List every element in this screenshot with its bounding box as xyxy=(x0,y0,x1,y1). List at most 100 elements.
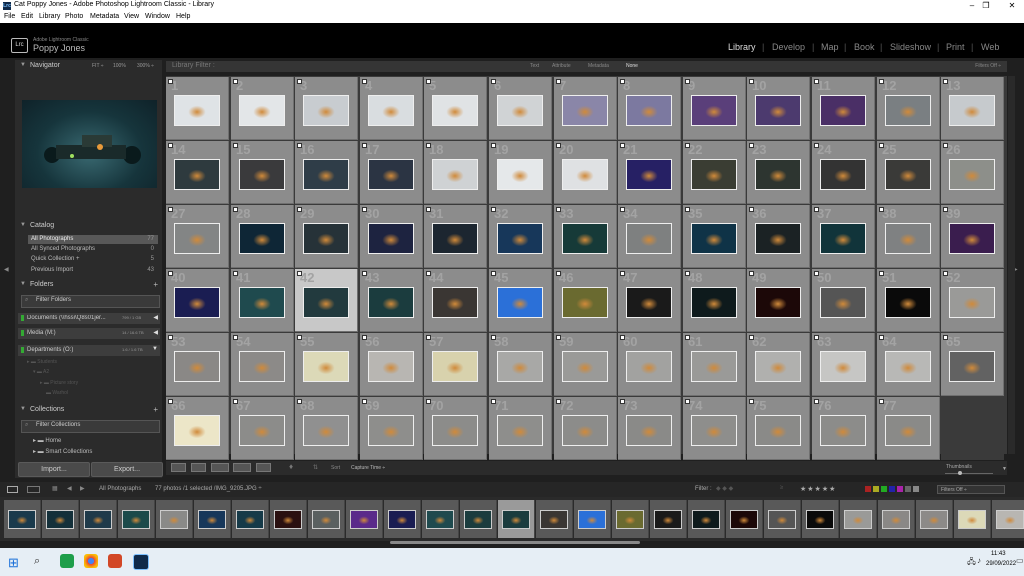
rating-compare-icon[interactable]: ≥ xyxy=(780,485,783,491)
flag-icon[interactable] xyxy=(685,271,690,276)
color-label-other[interactable] xyxy=(913,486,919,492)
flag-icon[interactable] xyxy=(426,271,431,276)
grid-cell[interactable]: 14 xyxy=(166,141,229,204)
grid-cell[interactable]: 17 xyxy=(360,141,423,204)
flag-icon[interactable] xyxy=(879,143,884,148)
flag-icon[interactable] xyxy=(168,335,173,340)
flag-icon[interactable] xyxy=(814,271,819,276)
grid-cell[interactable]: 68 xyxy=(295,397,358,460)
filmstrip-source[interactable]: All Photographs xyxy=(99,486,141,492)
grid-cell[interactable]: 30 xyxy=(360,205,423,268)
grid-cell[interactable]: 46 xyxy=(554,269,617,332)
add-collection-icon[interactable]: + xyxy=(153,405,158,414)
photo-thumbnail[interactable] xyxy=(239,287,285,318)
grid-cell[interactable]: 1 xyxy=(166,77,229,140)
photo-thumbnail[interactable] xyxy=(820,159,866,190)
flag-icon[interactable] xyxy=(814,399,819,404)
photo-thumbnail[interactable] xyxy=(174,287,220,318)
color-label-red[interactable] xyxy=(865,486,871,492)
rating-filter-stars-icon[interactable]: ★★★★★ xyxy=(800,485,836,493)
grid-cell[interactable]: 34 xyxy=(618,205,681,268)
filmstrip-thumbnail[interactable] xyxy=(540,510,568,529)
grid-view-icon[interactable] xyxy=(171,463,186,472)
flag-icon[interactable] xyxy=(943,271,948,276)
sort-direction-icon[interactable]: ⇅ xyxy=(313,464,318,471)
photo-thumbnail[interactable] xyxy=(626,223,672,254)
grid-cell[interactable]: 2 xyxy=(231,77,294,140)
grid-cell[interactable]: 32 xyxy=(489,205,552,268)
menu-edit[interactable]: Edit xyxy=(21,13,33,20)
photo-thumbnail[interactable] xyxy=(497,223,543,254)
flag-icon[interactable] xyxy=(491,207,496,212)
grid-cell[interactable]: 31 xyxy=(424,205,487,268)
filmstrip-thumbnail[interactable] xyxy=(616,510,644,529)
photo-thumbnail[interactable] xyxy=(755,159,801,190)
filmstrip-thumbnail[interactable] xyxy=(578,510,606,529)
filmstrip-thumbnail[interactable] xyxy=(388,510,416,529)
photo-thumbnail[interactable] xyxy=(368,95,414,126)
photo-thumbnail[interactable] xyxy=(239,159,285,190)
module-book[interactable]: Book xyxy=(854,42,875,52)
volume-media[interactable]: Media (M:) 14 / 16.6 TB ◀ xyxy=(18,328,160,339)
folder-tree-item[interactable]: ▸ ▬ Picture story xyxy=(40,380,78,386)
photo-thumbnail[interactable] xyxy=(755,95,801,126)
grid-cell[interactable]: 9 xyxy=(683,77,746,140)
grid-cell[interactable]: 28 xyxy=(231,205,294,268)
add-folder-icon[interactable]: + xyxy=(153,280,158,289)
filmstrip-thumbnail[interactable] xyxy=(768,510,796,529)
flag-icon[interactable] xyxy=(168,79,173,84)
volume-documents[interactable]: Documents (\\hssi\Q8s01jer... 799 / 1 GB… xyxy=(18,313,160,324)
flag-icon[interactable] xyxy=(426,207,431,212)
filmstrip-cell[interactable] xyxy=(726,500,763,538)
filmstrip-filters-dropdown[interactable]: Filters Off ÷ xyxy=(937,485,1005,494)
thumbnail-size-thumb[interactable] xyxy=(958,471,962,475)
flag-icon[interactable] xyxy=(943,143,948,148)
filmstrip-thumbnail[interactable] xyxy=(84,510,112,529)
photo-thumbnail[interactable] xyxy=(303,287,349,318)
photo-thumbnail[interactable] xyxy=(239,223,285,254)
filmstrip-cell[interactable] xyxy=(916,500,953,538)
filmstrip-cell[interactable] xyxy=(878,500,915,538)
photo-thumbnail[interactable] xyxy=(303,351,349,382)
photo-thumbnail[interactable] xyxy=(368,159,414,190)
photo-thumbnail[interactable] xyxy=(691,223,737,254)
grid-cell[interactable]: 8 xyxy=(618,77,681,140)
grid-cell[interactable]: 4 xyxy=(360,77,423,140)
thumbnail-size-slider[interactable] xyxy=(945,473,993,474)
photo-thumbnail[interactable] xyxy=(562,287,608,318)
filmstrip-cell[interactable] xyxy=(232,500,269,538)
grid-cell[interactable]: 63 xyxy=(812,333,875,396)
filmstrip-thumbnail[interactable] xyxy=(8,510,36,529)
filmstrip-cell[interactable] xyxy=(4,500,41,538)
restore-icon[interactable]: ❐ xyxy=(972,0,1000,12)
toolbar-menu-icon[interactable]: ▼ xyxy=(1002,466,1007,472)
flag-icon[interactable] xyxy=(749,207,754,212)
grid-cell[interactable]: 65 xyxy=(941,333,1004,396)
menu-library[interactable]: Library xyxy=(39,13,60,20)
grid-cell[interactable]: 49 xyxy=(747,269,810,332)
filmstrip-summary[interactable]: 77 photos /1 selected /IMG_9205.JPG ÷ xyxy=(155,486,262,492)
filmstrip-thumbnail[interactable] xyxy=(160,510,188,529)
filter-tab-attribute[interactable]: Attribute xyxy=(552,63,571,69)
filmstrip-cell[interactable] xyxy=(612,500,649,538)
flag-icon[interactable] xyxy=(297,207,302,212)
grid-cell[interactable]: 74 xyxy=(683,397,746,460)
grid-cell[interactable]: 64 xyxy=(877,333,940,396)
photo-thumbnail[interactable] xyxy=(303,415,349,446)
photo-thumbnail[interactable] xyxy=(691,287,737,318)
volume-departments[interactable]: Departments (O:) 1.6 / 1.6 TB ▼ xyxy=(18,345,160,356)
photo-thumbnail[interactable] xyxy=(562,415,608,446)
collapse-left-icon[interactable]: ◀ xyxy=(4,266,9,273)
flag-icon[interactable] xyxy=(556,335,561,340)
filmstrip-cell[interactable] xyxy=(802,500,839,538)
grid-cell[interactable]: 7 xyxy=(554,77,617,140)
flag-icon[interactable] xyxy=(685,143,690,148)
photo-thumbnail[interactable] xyxy=(626,351,672,382)
flag-icon[interactable] xyxy=(491,143,496,148)
flag-icon[interactable] xyxy=(879,207,884,212)
photo-thumbnail[interactable] xyxy=(368,351,414,382)
photo-thumbnail[interactable] xyxy=(174,415,220,446)
photo-thumbnail[interactable] xyxy=(562,223,608,254)
flag-icon[interactable] xyxy=(426,399,431,404)
photo-thumbnail[interactable] xyxy=(885,415,931,446)
